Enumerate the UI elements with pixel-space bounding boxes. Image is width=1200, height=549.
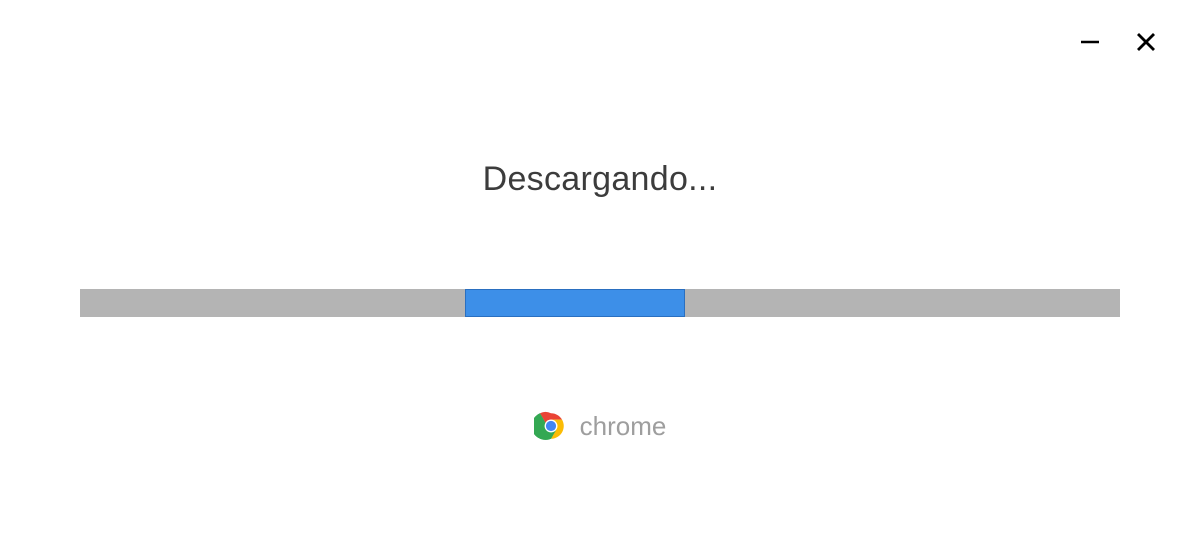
- minimize-button[interactable]: [1076, 28, 1104, 56]
- status-text: Descargando...: [483, 160, 718, 199]
- titlebar: [1076, 0, 1200, 56]
- progress-indicator: [465, 289, 685, 317]
- main-content: Descargando... chrome: [0, 160, 1200, 443]
- chrome-icon: [534, 409, 568, 443]
- close-icon: [1135, 31, 1157, 53]
- progress-bar: [80, 289, 1120, 317]
- minimize-icon: [1079, 31, 1101, 53]
- branding: chrome: [534, 409, 667, 443]
- brand-name: chrome: [580, 411, 667, 442]
- close-button[interactable]: [1132, 28, 1160, 56]
